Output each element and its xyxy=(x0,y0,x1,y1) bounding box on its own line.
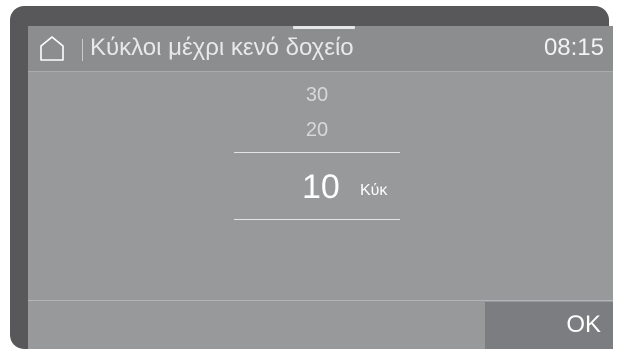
picker-divider-top xyxy=(234,152,400,153)
picker-option[interactable]: 20 xyxy=(234,119,400,142)
header-bar: Κύκλοι μέχρι κενό δοχείο 08:15 xyxy=(28,26,613,72)
device-frame: Κύκλοι μέχρι κενό δοχείο 08:15 30 20 10 … xyxy=(10,6,613,349)
header-divider xyxy=(82,39,83,61)
ok-label: OK xyxy=(566,311,601,338)
value-picker[interactable]: 30 20 10 Κύκ xyxy=(234,72,400,252)
clock-time: 08:15 xyxy=(543,34,604,61)
page-title: Κύκλοι μέχρι κενό δοχείο xyxy=(90,34,354,61)
picker-selected[interactable]: 10 Κύκ xyxy=(234,162,400,212)
home-button[interactable] xyxy=(28,26,76,71)
unit-label: Κύκ xyxy=(360,182,388,199)
drag-handle[interactable] xyxy=(293,26,355,29)
picker-divider-bottom xyxy=(234,219,400,220)
ok-button[interactable]: OK xyxy=(485,302,613,349)
picker-option[interactable]: 30 xyxy=(234,84,400,107)
home-icon xyxy=(40,36,64,61)
display-screen: Κύκλοι μέχρι κενό δοχείο 08:15 30 20 10 … xyxy=(28,26,613,349)
footer-bar: OK xyxy=(28,300,613,349)
selected-value: 10 xyxy=(302,168,340,206)
